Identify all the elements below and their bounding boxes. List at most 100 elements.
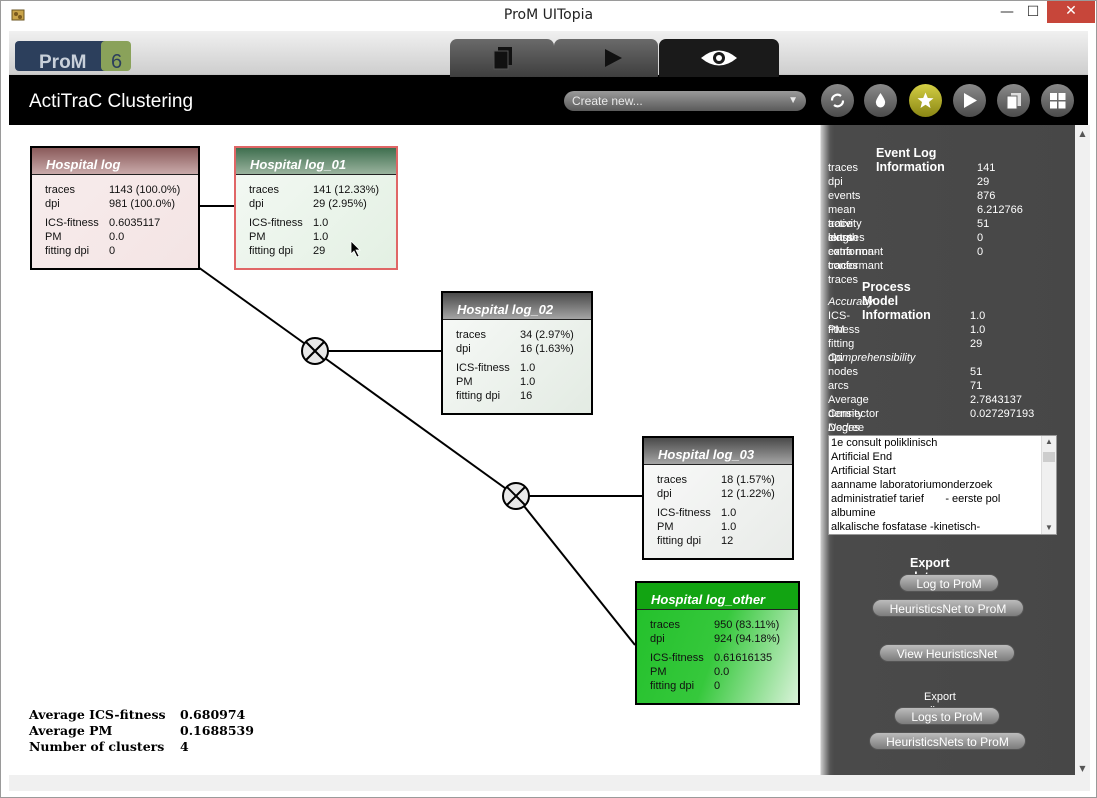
cluster-node-03[interactable]: Hospital log_03 traces 18 (1.57%) dpi 12 (… [642, 436, 794, 560]
favorite-button[interactable] [909, 84, 942, 117]
app-header: ProM 6 ActiTraC Clustering Create new...… [9, 31, 1088, 125]
pm-value: 0.027297193 [970, 408, 1035, 420]
log-to-prom-button[interactable]: Log to ProM [899, 574, 999, 592]
cluster-title: Hospital log_03 [644, 438, 792, 465]
drop-button[interactable] [864, 84, 897, 117]
grid-button[interactable] [1041, 84, 1074, 117]
grid-icon [1050, 93, 1066, 109]
view-heuristicsnet-button[interactable]: View HeuristicsNet [879, 644, 1015, 662]
heuristicsnet-to-prom-button[interactable]: HeuristicsNet to ProM [872, 599, 1024, 617]
drop-icon [875, 93, 886, 108]
event-log-value: 6.212766 [977, 204, 1023, 216]
num-clusters-label: Number of clusters [29, 739, 165, 754]
accuracy-heading: Accuracy [828, 296, 874, 308]
list-item[interactable]: administratief tarief - eerste pol [829, 492, 1056, 506]
nodes-list[interactable]: 1e consult poliklinisch Artificial End A… [828, 435, 1057, 535]
tab-actions[interactable] [554, 39, 658, 77]
chevron-up-icon[interactable]: ▲ [1075, 125, 1090, 138]
prom-logo: ProM 6 [15, 41, 131, 71]
event-log-title: Event Log Information [876, 146, 945, 174]
title-bar: ProM UITopia — ☐ ✕ [1, 1, 1096, 31]
chevron-down-icon[interactable]: ▼ [1075, 764, 1090, 773]
avg-ics-value: 0.680974 [180, 707, 246, 722]
pm-value: 2.7843137 [970, 394, 1022, 406]
pm-row: PM [828, 324, 845, 336]
event-log-row: traces [828, 162, 858, 174]
list-item[interactable]: alkalische fosfatase -kinetisch- [829, 520, 1056, 534]
logs-to-prom-button[interactable]: Logs to ProM [894, 707, 1000, 725]
chevron-down-icon: ▼ [788, 95, 798, 106]
list-item[interactable]: albumine [829, 506, 1056, 520]
avg-pm-label: Average PM [29, 723, 113, 738]
star-icon [917, 92, 934, 108]
refresh-icon [830, 93, 845, 108]
nodes-list-scrollbar[interactable]: ▲ ▼ [1041, 436, 1056, 534]
mouse-cursor-icon [350, 240, 361, 258]
pages-icon [493, 47, 512, 70]
cluster-node-02[interactable]: Hospital log_02 traces 34 (2.97%) dpi 16 (… [441, 291, 593, 415]
cluster-title: Hospital log [32, 148, 198, 175]
create-new-label: Create new... [572, 94, 643, 108]
minimize-icon: — [1000, 4, 1014, 20]
event-log-value: 0 [977, 246, 984, 258]
play-icon [605, 49, 622, 67]
bottom-scroll-area [9, 775, 1090, 791]
prom-window: ProM UITopia — ☐ ✕ ProM 6 ActiTraC Clust… [0, 0, 1097, 798]
pm-value: 51 [970, 366, 983, 378]
cluster-title: Hospital log_other [637, 583, 798, 610]
refresh-button[interactable] [821, 84, 854, 117]
list-item[interactable]: Artificial Start [829, 464, 1056, 478]
svg-text:6: 6 [111, 51, 122, 71]
pm-value: 1.0 [970, 310, 986, 322]
heuristicsnets-to-prom-button[interactable]: HeuristicsNets to ProM [869, 732, 1026, 750]
copy-button[interactable] [997, 84, 1030, 117]
event-log-value: 51 [977, 218, 990, 230]
main-vertical-scrollbar[interactable]: ▲ ▼ [1075, 125, 1090, 775]
num-clusters-value: 4 [180, 739, 189, 754]
list-item[interactable]: 1e consult poliklinisch [829, 436, 1056, 450]
event-log-row: dpi [828, 176, 843, 188]
clustering-summary: Average ICS-fitness 0.680974 Average PM 0.… [29, 707, 254, 755]
pm-row: arcs [828, 380, 849, 392]
cluster-canvas[interactable]: Hospital log traces 1143 (100.0%) dpi 981 … [9, 125, 820, 775]
event-log-value: 0 [977, 232, 984, 244]
scrollbar-thumb[interactable] [1043, 452, 1055, 462]
pm-value: 29 [970, 338, 983, 350]
cluster-title: Hospital log_02 [443, 293, 591, 320]
event-log-value: 876 [977, 190, 996, 202]
copy-icon [1006, 93, 1021, 109]
play-icon [964, 93, 977, 108]
xor-split-node [301, 337, 329, 365]
cluster-stats: traces 1143 (100.0%) dpi 981 (100.0%) ICS-… [45, 184, 181, 257]
chevron-down-icon[interactable]: ▼ [1042, 522, 1056, 534]
cluster-node-root[interactable]: Hospital log traces 1143 (100.0%) dpi 981 … [30, 146, 200, 270]
cluster-node-01[interactable]: Hospital log_01 traces 141 (12.33%) dpi 29… [234, 146, 398, 270]
event-log-value: 141 [977, 162, 996, 174]
window-title: ProM UITopia [503, 7, 594, 23]
pm-value: 71 [970, 380, 983, 392]
comprehensibility-heading: Comprehensibility [828, 352, 916, 364]
avg-pm-value: 0.1688539 [180, 723, 254, 738]
cluster-node-other[interactable]: Hospital log_other traces 950 (83.11%) dp… [635, 581, 800, 705]
event-log-value: 29 [977, 176, 990, 188]
avg-ics-label: Average ICS-fitness [29, 707, 166, 722]
list-item[interactable]: aanname laboratoriumonderzoek [829, 478, 1056, 492]
nodes-heading: Nodes [828, 422, 860, 434]
pm-value: 1.0 [970, 324, 986, 336]
eye-icon [701, 50, 737, 66]
chevron-up-icon[interactable]: ▲ [1042, 436, 1056, 448]
close-icon: ✕ [1065, 3, 1077, 19]
maximize-button[interactable]: ☐ [1019, 1, 1047, 25]
tab-workspace[interactable] [450, 39, 554, 77]
play-button[interactable] [953, 84, 986, 117]
list-item[interactable]: Artificial End [829, 450, 1056, 464]
close-button[interactable]: ✕ [1047, 1, 1095, 23]
cluster-stats: traces 950 (83.11%) dpi 924 (94.18%) ICS-f… [650, 619, 781, 692]
svg-text:ProM: ProM [39, 52, 87, 71]
pm-row: nodes [828, 366, 858, 378]
cluster-stats: traces 34 (2.97%) dpi 16 (1.63%) ICS-fitne… [456, 329, 574, 402]
create-new-dropdown[interactable]: Create new... ▼ [564, 91, 806, 111]
tab-views[interactable] [659, 39, 779, 77]
cluster-stats: traces 18 (1.57%) dpi 12 (1.22%) ICS-fitne… [657, 474, 775, 547]
minimize-button[interactable]: — [993, 1, 1021, 25]
